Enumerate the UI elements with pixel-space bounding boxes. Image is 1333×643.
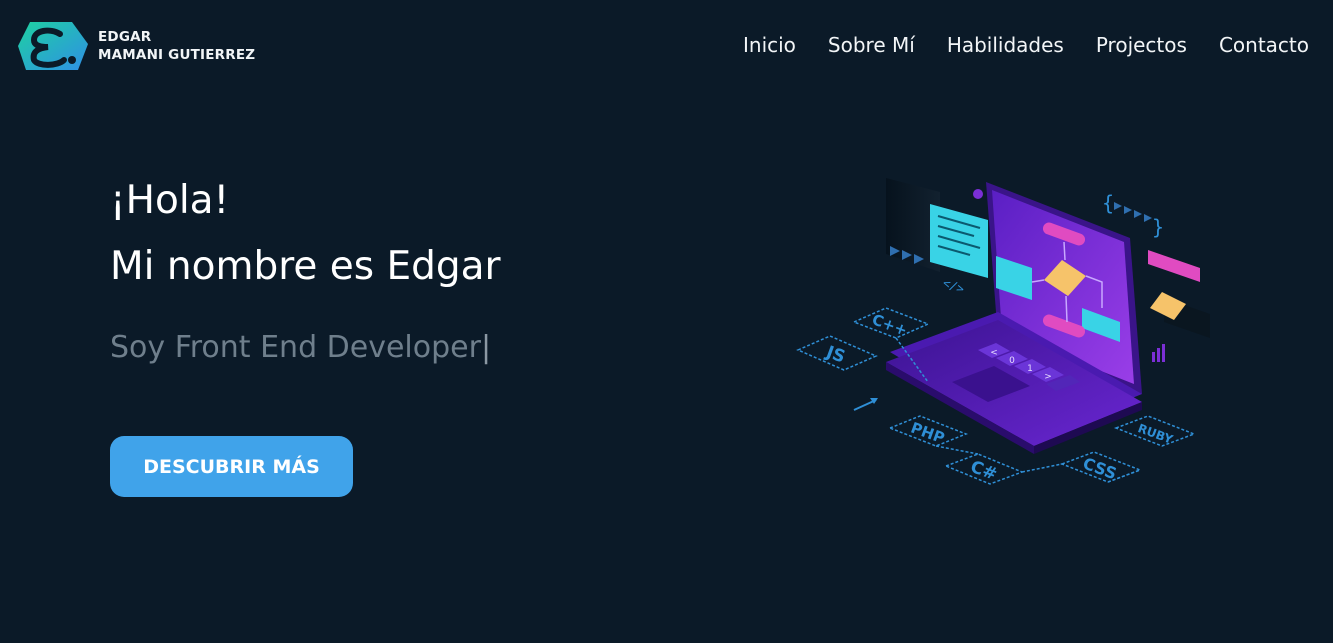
laptop-code-illustration: < 0 1 > { } </> C++ JS PHP C# CSS RUBY bbox=[796, 178, 1210, 485]
key-label: 0 bbox=[1009, 356, 1015, 366]
code-braces-icon: { bbox=[1102, 191, 1114, 215]
nav-link-habilidades[interactable]: Habilidades bbox=[947, 32, 1064, 58]
hero-role: Soy Front End Developer bbox=[110, 330, 481, 365]
arrow-icon bbox=[853, 398, 878, 411]
tag-label: JS bbox=[823, 342, 848, 367]
code-tag-icon: </> bbox=[941, 276, 966, 297]
hero-role-line: Soy Front End Developer| bbox=[110, 328, 710, 368]
brand-name: EDGAR MAMANI GUTIERREZ bbox=[98, 28, 255, 64]
gear-icon bbox=[973, 189, 983, 199]
nav-link-projectos[interactable]: Projectos bbox=[1096, 32, 1187, 58]
key-label: 1 bbox=[1027, 364, 1033, 374]
hero-greeting: ¡Hola! bbox=[110, 178, 230, 223]
key-label: < bbox=[990, 348, 998, 358]
nav-link-contacto[interactable]: Contacto bbox=[1219, 32, 1309, 58]
page: EDGAR MAMANI GUTIERREZ Inicio Sobre Mí H… bbox=[0, 0, 1333, 643]
nav-link-inicio[interactable]: Inicio bbox=[743, 32, 796, 58]
nav-link-sobre-mi[interactable]: Sobre Mí bbox=[828, 32, 915, 58]
discover-more-button[interactable]: DESCUBRIR MÁS bbox=[110, 436, 353, 497]
site-header: EDGAR MAMANI GUTIERREZ Inicio Sobre Mí H… bbox=[0, 0, 1333, 90]
hero-section: ¡Hola! Mi nombre es Edgar Soy Front End … bbox=[110, 176, 710, 368]
brand-last-name: MAMANI GUTIERREZ bbox=[98, 47, 256, 63]
code-braces-icon: } bbox=[1152, 215, 1164, 239]
key-label: > bbox=[1044, 372, 1052, 382]
main-nav: Inicio Sobre Mí Habilidades Projectos Co… bbox=[743, 32, 1309, 58]
e-letter-logo-icon bbox=[18, 22, 88, 70]
brand-link[interactable]: EDGAR MAMANI GUTIERREZ bbox=[16, 20, 255, 72]
hero-name: Mi nombre es Edgar bbox=[110, 244, 501, 289]
typing-cursor: | bbox=[480, 330, 492, 365]
brand-first-name: EDGAR bbox=[98, 29, 152, 45]
